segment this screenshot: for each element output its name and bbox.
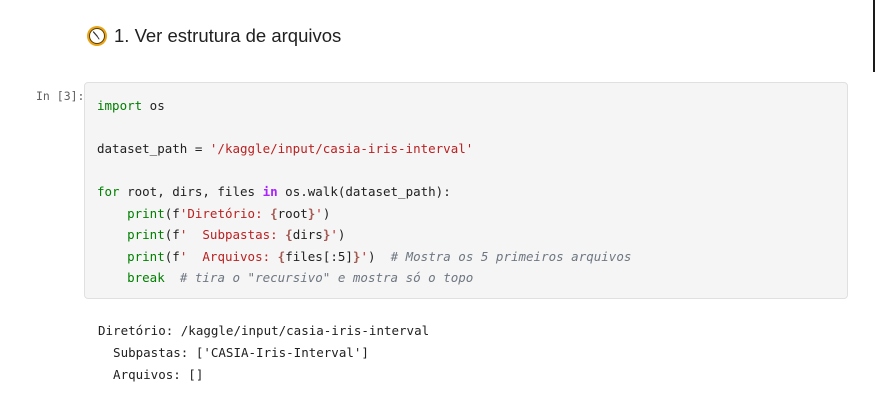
code-line: print(f' Arquivos: {files[:5]}') # Mostr… [127,248,632,264]
cell-execution-prompt: In [3]: [36,89,85,103]
code-line: print(f' Subpastas: {dirs}') [127,227,346,242]
code-line: break # tira o "recursivo" e mostra só o… [127,270,474,285]
code-line: print(f'Diretório: {root}') [127,205,331,221]
section-heading-text: 1. Ver estrutura de arquivos [114,25,342,46]
code-line: import os [97,98,165,113]
code-editor[interactable]: import os dataset_path = '/kaggle/input/… [97,95,631,289]
output-line: Diretório: /kaggle/input/casia-iris-inte… [98,323,430,338]
cell-output: Diretório: /kaggle/input/casia-iris-inte… [98,320,429,386]
stopwatch-icon [87,26,107,46]
section-heading: 1. Ver estrutura de arquivos [86,24,341,48]
window-edge-divider [873,0,875,72]
code-line: for root, dirs, files in os.walk(dataset… [97,184,451,199]
output-line: Subpastas: ['CASIA-Iris-Interval'] [98,345,369,360]
code-line: dataset_path = '/kaggle/input/casia-iris… [97,141,474,156]
output-line: Arquivos: [] [98,367,204,382]
